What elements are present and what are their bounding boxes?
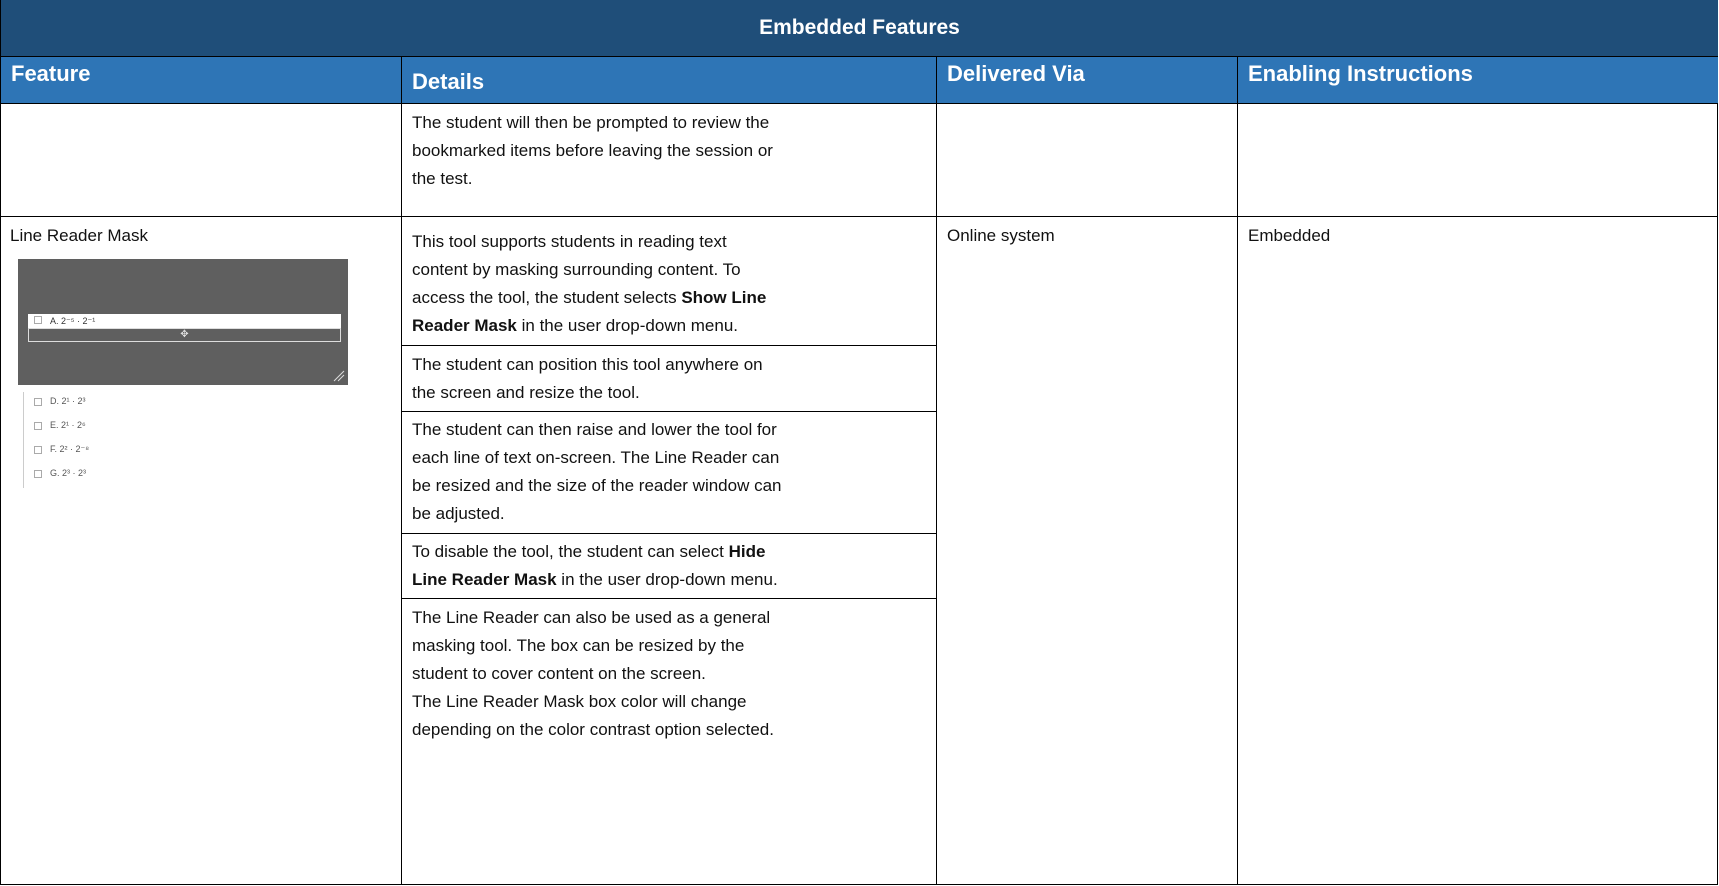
embedded-features-table: Embedded Features Feature Details Delive… <box>0 0 1718 885</box>
delivered-via-value: Online system <box>947 226 1055 245</box>
line-reader-enabling-cell: Embedded <box>1238 216 1718 885</box>
feature-name: Line Reader Mask <box>10 226 148 245</box>
checkbox-icon <box>34 421 42 430</box>
details-paragraph-5: The Line Reader can also be used as a ge… <box>412 608 774 739</box>
line-reader-mask-screenshot: A. 2⁻⁵ · 2⁻¹ ✥ <box>18 259 348 385</box>
details-paragraph-1: This tool supports students in reading t… <box>412 232 767 335</box>
details-paragraph-2: The student can position this tool anywh… <box>412 355 763 402</box>
checkbox-icon <box>34 397 42 406</box>
answer-option: G. 2³ · 2³ <box>34 468 86 478</box>
table-row-continuation-feature <box>1 103 402 216</box>
answer-options-list: D. 2¹ · 2³ E. 2¹ · 2⁶ F. 2² · 2⁻⁸ G. 2³ … <box>23 392 144 488</box>
checkbox-icon <box>34 316 42 324</box>
line-reader-details-cell: This tool supports students in reading t… <box>402 216 937 885</box>
details-paragraph-3: The student can then raise and lower the… <box>412 420 782 523</box>
enabling-value: Embedded <box>1248 226 1331 245</box>
details-paragraph-4: To disable the tool, the student can sel… <box>412 542 778 589</box>
details-divider <box>402 345 936 346</box>
header-feature: Feature <box>1 57 402 103</box>
table-title: Embedded Features <box>1 0 1718 57</box>
answer-option: F. 2² · 2⁻⁸ <box>34 444 89 455</box>
header-enabling-instructions: Enabling Instructions <box>1238 57 1718 103</box>
line-reader-delivered-cell: Online system <box>937 216 1238 885</box>
details-divider <box>402 411 936 412</box>
mask-handle-bar: ✥ <box>28 328 341 342</box>
move-icon: ✥ <box>180 329 189 340</box>
header-delivered-via: Delivered Via <box>937 57 1238 103</box>
answer-option: D. 2¹ · 2³ <box>34 396 86 406</box>
header-details: Details <box>402 57 937 103</box>
details-divider <box>402 533 936 534</box>
checkbox-icon <box>34 445 42 454</box>
checkbox-icon <box>34 469 42 478</box>
table-row-continuation-delivered <box>937 103 1238 216</box>
table-row-continuation-details: The student will then be prompted to rev… <box>402 103 937 216</box>
mask-reading-line: A. 2⁻⁵ · 2⁻¹ <box>28 314 341 328</box>
table-row-continuation-enabling <box>1238 103 1718 216</box>
resize-handle-icon <box>333 370 345 382</box>
answer-option: E. 2¹ · 2⁶ <box>34 420 86 430</box>
details-divider <box>402 598 936 599</box>
